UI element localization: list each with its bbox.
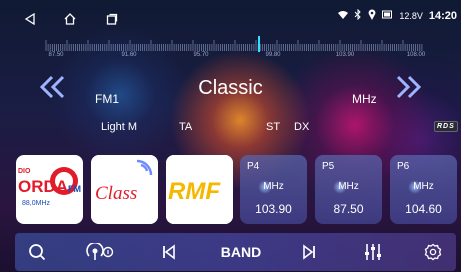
- rds-badge[interactable]: RDS: [434, 121, 458, 132]
- frequency-scale[interactable]: 87.50 91.60 95.70 99.80 103.90 108.00: [18, 34, 448, 64]
- preset-unit: MHz: [338, 181, 359, 192]
- preset-rmf[interactable]: RMF: [166, 155, 233, 224]
- preset-row: DIO ORDA FM 88,0MHz Class RMF P4 MHz 103…: [0, 155, 461, 225]
- clock: 14:20: [428, 9, 457, 22]
- scale-label: 95.70: [193, 52, 209, 58]
- search-icon[interactable]: [15, 233, 59, 271]
- svg-text:ORDA: ORDA: [18, 177, 68, 196]
- control-toolbar: BAND: [15, 233, 456, 271]
- svg-text:FM: FM: [68, 184, 81, 194]
- preset-classic[interactable]: Class: [91, 155, 158, 224]
- skip-next-icon[interactable]: [287, 233, 331, 271]
- home-icon[interactable]: [62, 11, 78, 27]
- svg-text:Class: Class: [95, 183, 137, 204]
- preset-name: P4: [247, 161, 260, 172]
- scale-ticks: [45, 36, 423, 52]
- dx-indicator: DX: [294, 121, 310, 133]
- preset-p4[interactable]: P4 MHz 103.90: [240, 155, 307, 224]
- wifi-icon: [338, 10, 349, 21]
- bluetooth-icon: [354, 8, 362, 22]
- back-icon[interactable]: [22, 11, 38, 27]
- preset-orda-fm[interactable]: DIO ORDA FM 88,0MHz: [16, 155, 83, 224]
- scale-label: 103.90: [335, 52, 355, 58]
- preset-unit: MHz: [413, 181, 434, 192]
- svg-text:DIO: DIO: [18, 168, 31, 175]
- preset-p5[interactable]: P5 MHz 87.50: [315, 155, 382, 224]
- frequency-unit: MHz: [352, 92, 377, 106]
- stereo-indicator: ST: [266, 121, 281, 133]
- settings-icon[interactable]: [411, 233, 455, 271]
- location-icon: [368, 9, 376, 22]
- rmf-logo: RMF: [166, 155, 233, 224]
- band-button[interactable]: BAND: [211, 233, 271, 271]
- preset-p6[interactable]: P6 MHz 104.60: [390, 155, 457, 224]
- preset-name: P5: [322, 161, 335, 172]
- scale-label: 91.60: [121, 52, 137, 58]
- ps-text: Light M: [101, 121, 138, 133]
- status-bar: 12.8V 14:20: [0, 0, 461, 34]
- classic-logo: Class: [91, 155, 158, 224]
- skip-previous-icon[interactable]: [147, 233, 191, 271]
- svg-text:88,0MHz: 88,0MHz: [22, 200, 51, 207]
- orda-fm-logo: DIO ORDA FM 88,0MHz: [18, 167, 81, 207]
- preset-frequency: 87.50: [333, 202, 364, 216]
- preset-unit: MHz: [263, 181, 284, 192]
- battery-voltage: 12.8V: [399, 10, 423, 21]
- svg-text:RMF: RMF: [168, 178, 221, 205]
- scale-label: 87.50: [48, 52, 64, 58]
- scale-label: 99.80: [265, 52, 281, 58]
- equalizer-icon[interactable]: [351, 233, 395, 271]
- band-indicator: FM1: [95, 92, 119, 106]
- preset-frequency: 104.60: [405, 202, 442, 216]
- preset-frequency: 103.90: [255, 202, 292, 216]
- recents-icon[interactable]: [104, 11, 120, 27]
- ta-indicator: TA: [179, 121, 193, 133]
- station-name: Classic: [198, 77, 263, 99]
- podcast-icon[interactable]: [78, 233, 122, 271]
- preset-name: P6: [397, 161, 410, 172]
- battery-icon: [382, 10, 393, 21]
- tuning-needle: [258, 36, 260, 52]
- scale-label: 108.00: [406, 52, 426, 58]
